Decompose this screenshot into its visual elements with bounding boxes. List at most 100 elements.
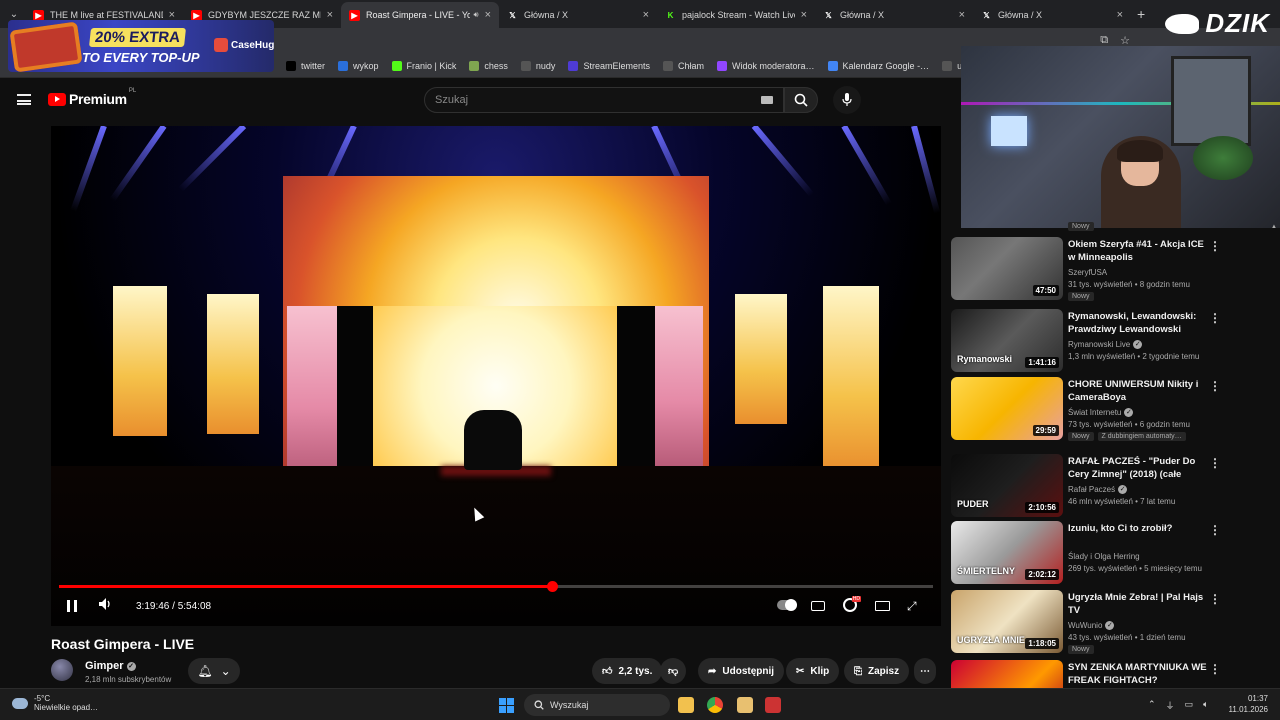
video-thumbnail[interactable]: Rymanowski 1:41:16 [951,309,1063,372]
video-player[interactable]: 3:19:46 / 5:54:08 HD ⤢ [51,126,941,626]
recommended-video[interactable]: Rymanowski 1:41:16 Rymanowski, Lewandowski… [951,309,1251,375]
taskbar-search-box[interactable]: Wyszukaj [524,694,670,716]
channel-name[interactable]: WuWunio [1068,621,1102,630]
recommended-video[interactable]: UGRYZŁA MNIE 1:18:05 Ugryzła Mnie Zebra! |… [951,590,1251,656]
bookmark-label: Franio | Kick [406,60,457,71]
channel-avatar[interactable] [51,659,73,681]
streamelements-icon [568,60,579,71]
recommended-video[interactable]: PUDER 2:10:56 RAFAŁ PACZEŚ - "Puder Do Cer… [951,454,1251,520]
video-thumbnail[interactable]: ŚMIERTELNY 2:02:12 [951,521,1063,584]
video-title[interactable]: CHORE UNIWERSUM Nikity i CameraBoya [1068,379,1208,404]
video-title[interactable]: Izuniu, kto Ci to zrobił? [1068,523,1208,536]
video-thumbnail[interactable]: UGRYZŁA MNIE 1:18:05 [951,590,1063,653]
display-icon[interactable]: ▭ [1185,699,1194,712]
subscription-bell-button[interactable]: 🔔︎ ⌄ [188,658,240,684]
bookmark-item[interactable]: Chłam [662,60,704,71]
channel-name-row[interactable]: Gimper ✓ [85,660,136,672]
bookmark-item[interactable]: twitter [286,60,325,71]
progress-scrubber[interactable] [546,581,558,592]
scroll-up-icon[interactable]: ▲ [1271,224,1277,230]
channel-name[interactable]: Świat Internetu [1068,408,1121,417]
autoplay-toggle[interactable] [777,599,797,611]
bookmark-item[interactable]: nudy [520,60,555,71]
more-vertical-icon[interactable]: ⋮ [1209,662,1221,676]
channel-name[interactable]: SzeryfUSA [1068,268,1107,277]
close-tab-icon[interactable]: × [959,9,965,21]
volume-icon[interactable]: 🔈︎ [1203,699,1208,712]
theater-mode-button[interactable] [875,601,890,611]
windows-start-icon[interactable] [499,698,514,713]
casehug-ad-banner[interactable]: 20% EXTRA TO EVERY TOP-UP CaseHug [8,20,274,72]
more-vertical-icon[interactable]: ⋮ [1209,592,1221,606]
system-clock[interactable]: 01:37 11.01.2026 [1228,693,1268,715]
browser-tab[interactable]: 𝕏 Główna / X × [815,2,973,28]
close-tab-icon[interactable]: × [485,9,491,21]
video-thumbnail[interactable]: 47:50 [951,237,1063,300]
browser-tab[interactable]: 𝕏 Główna / X × [499,2,657,28]
video-thumbnail[interactable]: PUDER 2:10:56 [951,454,1063,517]
search-input[interactable]: Szukaj [424,87,784,113]
fullscreen-button[interactable]: ⤢ [907,599,917,614]
search-button[interactable] [784,87,818,113]
bookmark-item[interactable]: Kalendarz Google -… [827,60,929,71]
voice-search-button[interactable] [833,86,861,114]
more-vertical-icon[interactable]: ⋮ [1209,311,1221,325]
chrome-icon[interactable] [707,697,723,713]
video-title[interactable]: Rymanowski, Lewandowski: Prawdziwy Lewan… [1068,311,1208,336]
more-vertical-icon[interactable]: ⋮ [1209,379,1221,393]
video-title[interactable]: SYN ZENKA MARTYNIUKA WE FREAK FIGHTACH? … [1068,662,1208,688]
recommended-video[interactable]: 47:50 Okiem Szeryfa #41 - Akcja ICE w Min… [951,237,1251,303]
file-explorer-icon[interactable] [678,697,694,713]
audio-playing-icon[interactable]: 🔊︎ [474,10,479,20]
tab-title: Roast Gimpera - LIVE - You… [366,10,470,20]
bookmark-item[interactable]: Franio | Kick [391,60,457,71]
recommended-video[interactable]: 29:59 CHORE UNIWERSUM Nikity i CameraBoya… [951,377,1251,443]
video-title[interactable]: Ugryzła Mnie Zebra! | Pal Hajs TV [1068,592,1208,617]
app-icon[interactable] [765,697,781,713]
browser-tab[interactable]: ▶ Roast Gimpera - LIVE - You… 🔊︎ × [341,2,499,28]
volume-button[interactable] [99,598,112,610]
save-button[interactable]: ⎘ Zapisz [844,658,910,684]
bookmark-item[interactable]: Widok moderatora… [716,60,815,71]
stage-pillar [287,306,337,476]
video-meta: 269 tys. wyświetleń • 5 miesięcy temu [1068,564,1202,573]
new-tab-button[interactable]: + [1137,6,1145,22]
bookmark-item[interactable]: wykop [338,60,379,71]
youtube-premium-logo[interactable]: Premium PL [48,88,136,107]
chevron-up-icon[interactable]: ⌃ [1148,699,1156,712]
close-tab-icon[interactable]: × [327,9,333,21]
more-vertical-icon[interactable]: ⋮ [1209,456,1221,470]
channel-name[interactable]: Ślady i Olga Herring [1068,552,1140,561]
video-thumbnail[interactable]: 29:59 [951,377,1063,440]
bookmark-item[interactable]: chess [469,60,508,71]
close-tab-icon[interactable]: × [643,9,649,21]
more-vertical-icon[interactable]: ⋮ [1209,239,1221,253]
channel-name[interactable]: Rafał Pacześ [1068,485,1115,494]
video-title[interactable]: RAFAŁ PACZEŚ - "Puder Do Cery Zimnej" (2… [1068,456,1208,482]
more-vertical-icon[interactable]: ⋮ [1209,523,1221,537]
browser-tab[interactable]: Kpajalock Stream - Watch Live o… × [657,2,815,28]
settings-gear-icon[interactable]: HD [843,596,861,612]
bookmark-item[interactable]: StreamElements [568,60,650,71]
subtitles-button[interactable] [811,601,825,611]
video-title[interactable]: Okiem Szeryfa #41 - Akcja ICE w Minneapo… [1068,239,1208,264]
recommended-video[interactable]: ŚMIERTELNY 2:02:12 Izuniu, kto Ci to zrobi… [951,521,1251,587]
share-button[interactable]: ➦ Udostępnij [698,658,785,684]
usb-icon[interactable]: ⏚ [1166,699,1175,712]
keyboard-icon[interactable] [761,96,773,104]
clip-button[interactable]: ✂ Klip [786,658,840,684]
progress-bar[interactable] [59,581,933,592]
weather-widget[interactable]: -5°C Niewielkie opad… [12,694,98,712]
stage-pillar [113,286,167,436]
channel-name[interactable]: Gimper [85,660,124,672]
hamburger-menu-icon[interactable] [17,94,31,105]
app-icon[interactable] [737,697,753,713]
channel-name[interactable]: Rymanowski Live [1068,340,1130,349]
pause-button[interactable] [67,600,77,612]
like-button[interactable]: 👍︎ 2,2 tys. [592,658,663,684]
browser-tab[interactable]: 𝕏 Główna / X × [973,2,1131,28]
close-tab-icon[interactable]: × [801,9,807,21]
more-actions-button[interactable]: ⋯ [914,658,936,684]
close-tab-icon[interactable]: × [1117,9,1123,21]
dislike-button[interactable]: 👎︎ [660,658,687,684]
